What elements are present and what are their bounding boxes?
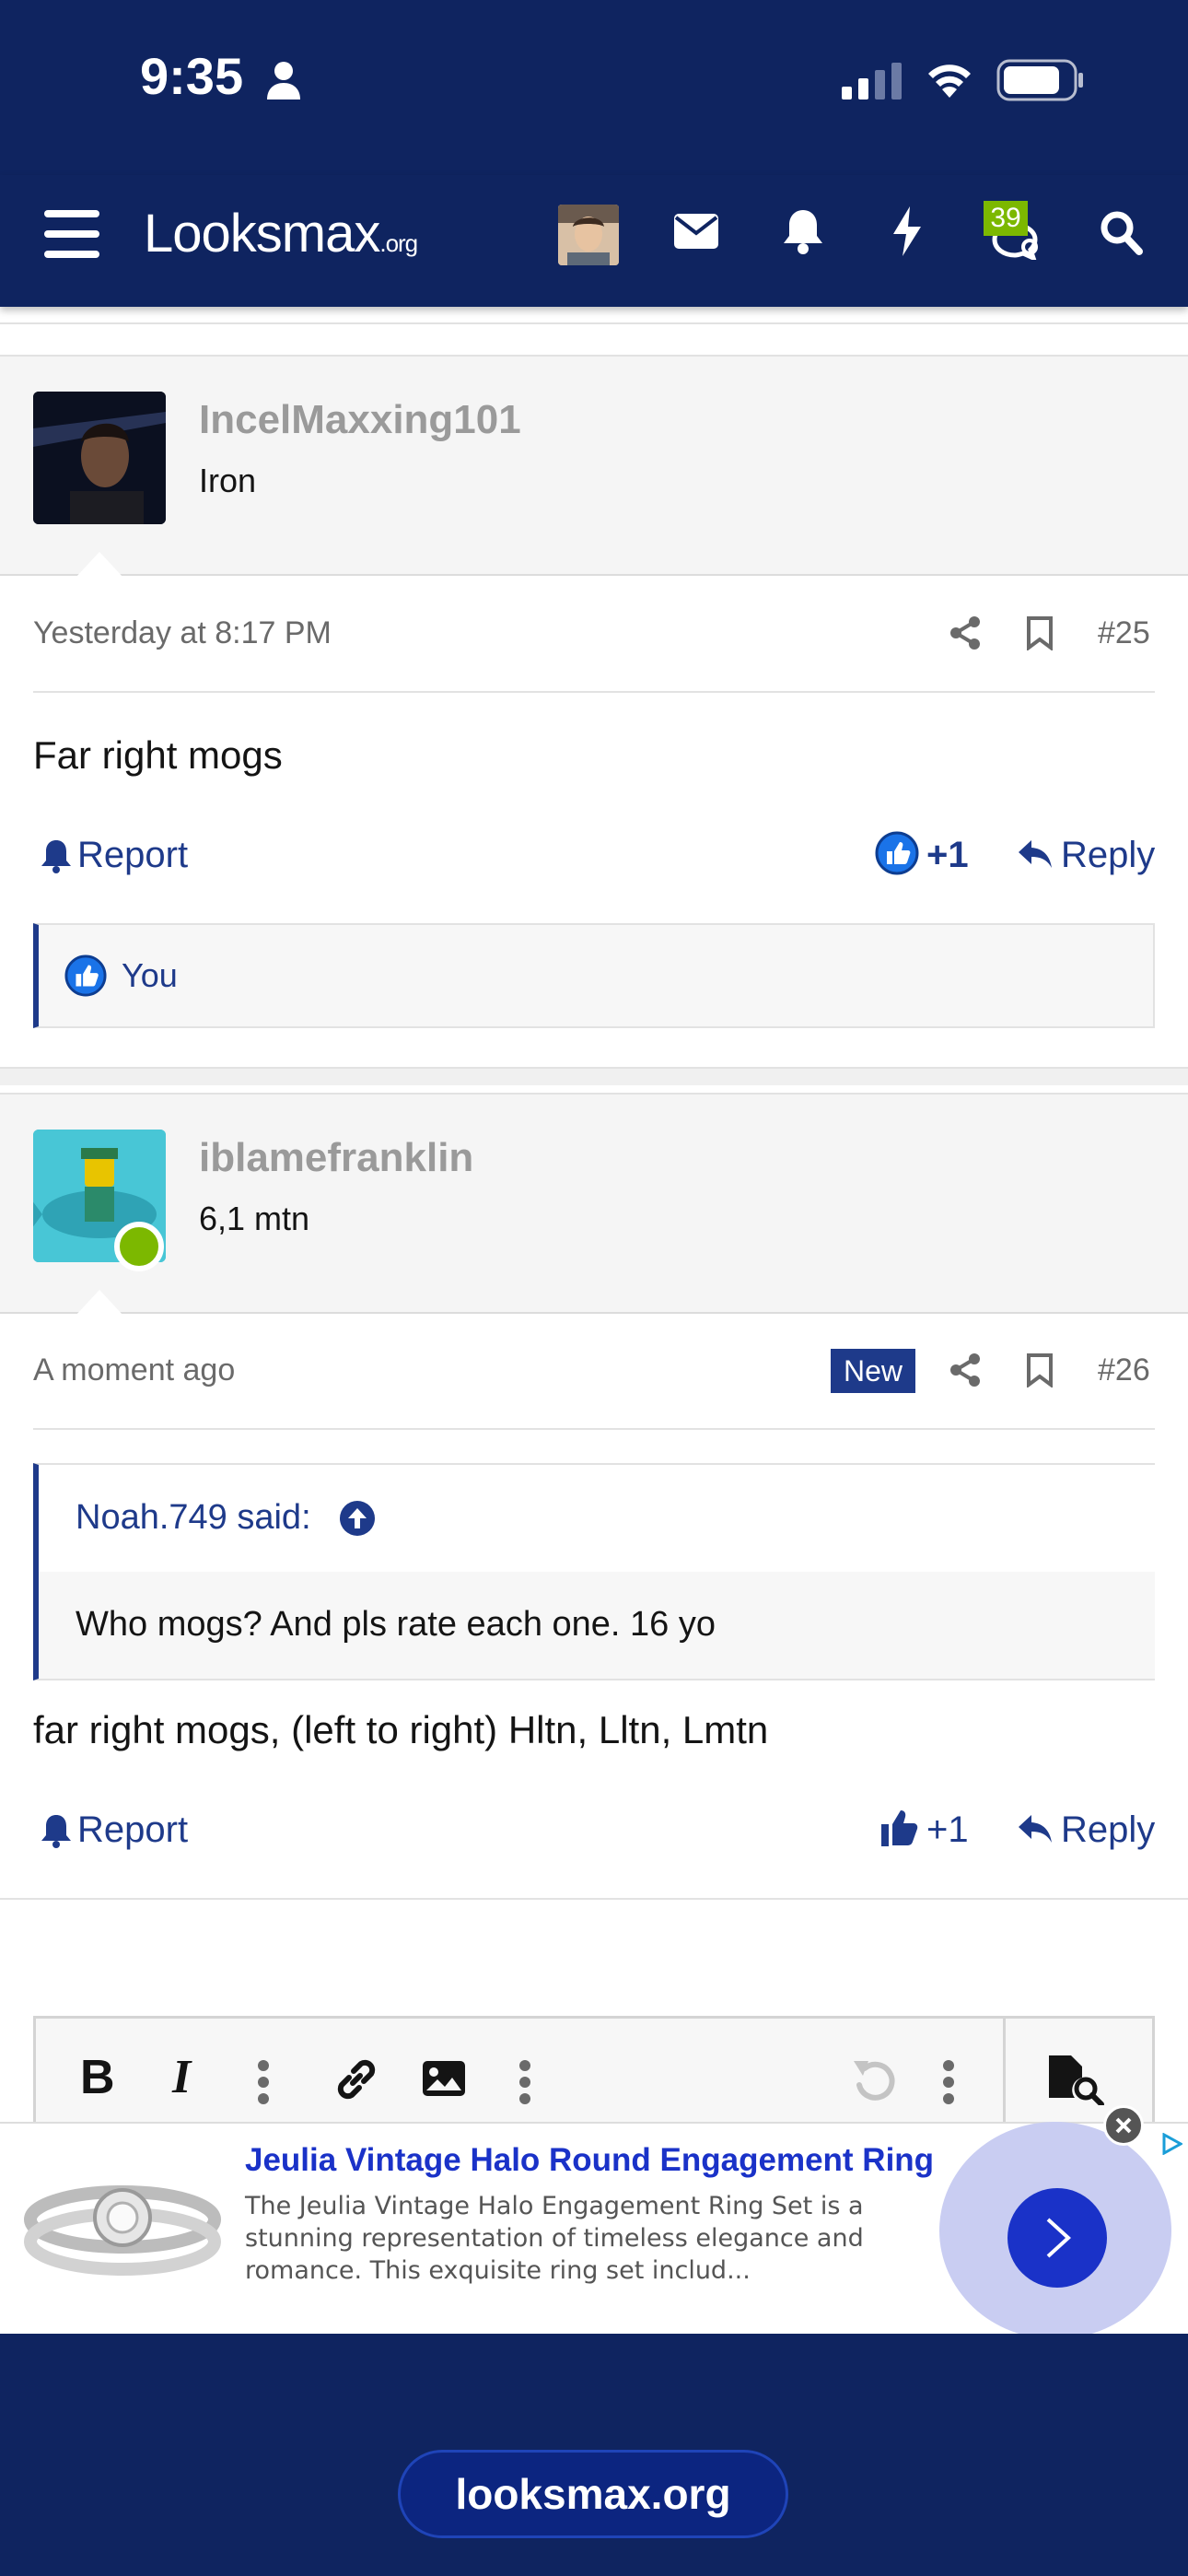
divider [0,1898,1188,1900]
image-icon[interactable] [421,2059,467,2098]
user-title: Iron [199,462,257,499]
report-link[interactable]: Report [77,835,188,876]
post-body: Far right mogs [33,733,283,777]
hamburger-menu-icon[interactable] [44,208,99,260]
ring-image [24,2160,221,2295]
bell-icon [41,840,71,873]
quote-text: Who mogs? And pls rate each one. 16 yo [76,1605,716,1644]
report-link[interactable]: Report [77,1809,188,1851]
lightning-icon[interactable] [891,206,923,256]
person-icon [267,62,300,100]
reply-icon [1019,1815,1052,1843]
bell-icon[interactable] [783,208,823,254]
notification-badge: 39 [984,201,1028,236]
status-bar: 9:35 [0,0,1188,175]
toolbar-divider [1003,2019,1006,2129]
share-icon[interactable] [949,615,982,650]
top-navbar: Looksmax.org 39 [0,175,1188,307]
arrow-pointer [76,1290,123,1316]
arrow-pointer [76,552,123,578]
like-reaction-icon [64,954,107,997]
arrow-up-circle-icon[interactable] [339,1500,376,1537]
logo-suffix: .org [379,229,418,257]
new-badge: New [831,1349,916,1393]
username[interactable]: iblamefranklin [199,1135,473,1181]
post-separator [0,1067,1188,1085]
site-logo[interactable]: Looksmax.org [144,203,418,264]
italic-icon[interactable]: I [172,2050,191,2104]
user-title: 6,1 mtn [199,1200,310,1237]
logo-text: Looksmax [144,204,380,263]
post-user-block: IncelMaxxing101 Iron [0,355,1188,578]
reply-editor[interactable]: B I [33,2016,1155,2129]
signal-icon [842,63,902,100]
advertisement-banner[interactable]: Jeulia Vintage Halo Round Engagement Rin… [0,2105,1188,2339]
reply-icon [1019,840,1052,868]
online-status-indicator [114,1222,164,1271]
more-options-icon[interactable] [518,2059,531,2105]
divider [0,322,1188,324]
reactions-list[interactable]: You [122,956,178,995]
bold-icon[interactable]: B [80,2050,115,2105]
share-icon[interactable] [949,1352,982,1388]
preview-icon[interactable] [1047,2054,1104,2105]
more-options-icon[interactable] [942,2059,955,2105]
quote-block: Noah.749 said: Who mogs? And pls rate ea… [33,1463,1155,1680]
thumbs-up-icon[interactable] [879,1808,919,1848]
more-options-icon[interactable] [257,2059,270,2105]
search-icon[interactable] [1100,210,1144,256]
browser-bottom-bar: looksmax.org [0,2334,1188,2576]
undo-icon[interactable] [850,2057,896,2102]
divider [33,691,1155,693]
quote-author[interactable]: Noah.749 said: [76,1498,311,1538]
close-icon [1115,2117,1132,2134]
reaction-count[interactable]: +1 [926,835,969,876]
ad-description: The Jeulia Vintage Halo Engagement Ring … [245,2192,864,2285]
envelope-icon[interactable] [674,214,718,249]
like-reaction-icon[interactable] [875,831,919,875]
post-timestamp[interactable]: A moment ago [33,1352,235,1388]
bell-icon [41,1815,71,1848]
adchoices-icon[interactable] [1160,2133,1182,2155]
quote-content: Who mogs? And pls rate each one. 16 yo [39,1572,1155,1679]
avatar-image [33,392,166,524]
post-number[interactable]: #26 [1098,1352,1150,1388]
wifi-icon [928,64,971,98]
post-user-block: iblamefranklin 6,1 mtn [0,1093,1188,1316]
status-time: 9:35 [140,47,244,105]
reply-button[interactable]: Reply [1061,835,1155,876]
user-avatar[interactable] [558,205,619,265]
reaction-count[interactable]: +1 [926,1809,969,1851]
bookmark-icon[interactable] [1026,615,1054,650]
divider [33,1428,1155,1430]
battery-icon [996,59,1083,101]
reply-button[interactable]: Reply [1061,1809,1155,1851]
avatar-image [558,205,619,265]
post-timestamp[interactable]: Yesterday at 8:17 PM [33,615,332,651]
ad-close-button[interactable] [1103,2105,1144,2146]
ad-cta-button[interactable] [1007,2188,1107,2288]
url-bar[interactable]: looksmax.org [398,2450,788,2538]
reactions-bar[interactable]: You [33,923,1155,1028]
ad-title[interactable]: Jeulia Vintage Halo Round Engagement Rin… [245,2142,934,2179]
link-icon[interactable] [332,2055,380,2103]
quote-header[interactable]: Noah.749 said: [39,1465,1155,1572]
chevron-right-icon [1046,2218,1071,2258]
bookmark-icon[interactable] [1026,1352,1054,1388]
post-body: far right mogs, (left to right) Hltn, Ll… [33,1708,769,1751]
post-number[interactable]: #25 [1098,615,1150,651]
username[interactable]: IncelMaxxing101 [199,397,521,443]
post-avatar[interactable] [33,392,166,524]
